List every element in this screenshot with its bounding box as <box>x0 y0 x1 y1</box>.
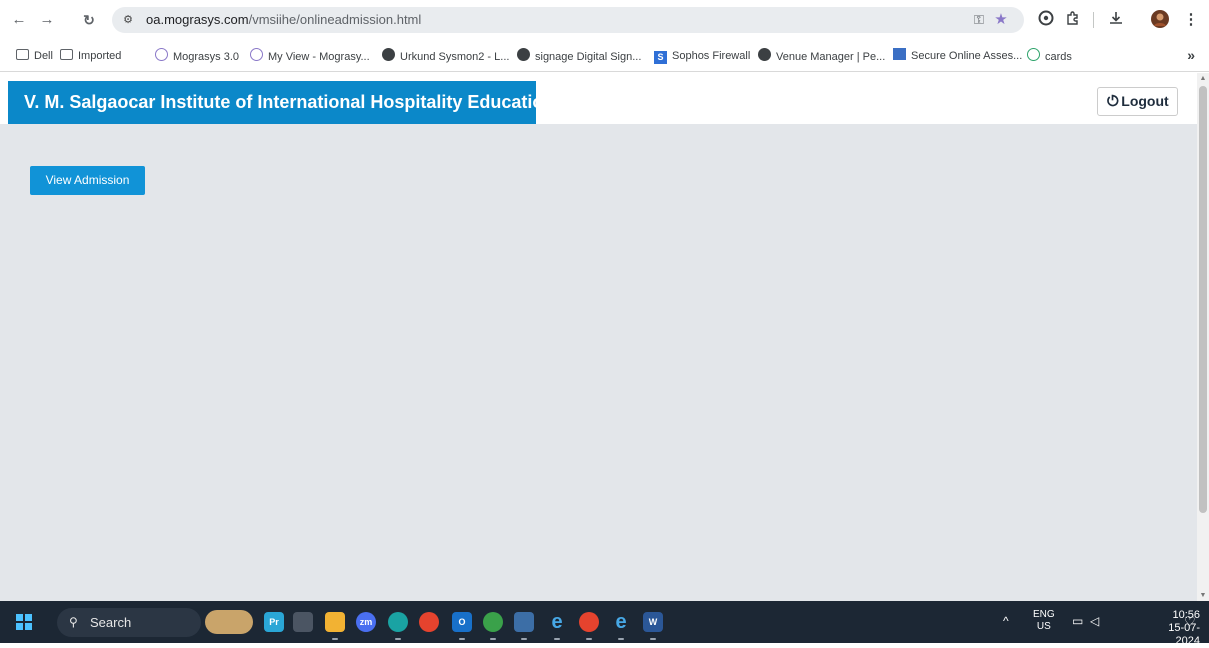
bookmark-mograsys[interactable]: Mograsys 3.0 <box>155 48 239 64</box>
chrome-active-icon[interactable] <box>579 612 599 640</box>
folder-icon <box>60 49 73 60</box>
mograsys-icon <box>155 48 168 61</box>
bookmark-star-icon[interactable]: ★ <box>992 11 1010 29</box>
bookmark-signage[interactable]: signage Digital Sign... <box>517 48 641 64</box>
extensions-puzzle-icon[interactable] <box>1063 10 1083 30</box>
chrome-icon[interactable] <box>419 612 439 632</box>
institute-title: V. M. Salgaocar Institute of Internation… <box>8 81 554 124</box>
internet-explorer-icon[interactable]: e <box>547 612 567 640</box>
premiere-pro-icon[interactable]: Pr <box>264 612 284 632</box>
language-indicator[interactable]: ENG US <box>1033 609 1055 633</box>
site-info-icon[interactable]: ⚙ <box>120 12 136 28</box>
zoom-icon[interactable]: zm <box>356 612 376 632</box>
reload-icon[interactable]: ↻ <box>79 10 99 30</box>
globe-icon <box>382 48 395 61</box>
network-icon[interactable]: ▭ <box>1072 614 1083 628</box>
password-key-icon[interactable]: ⚿ <box>970 11 988 29</box>
sync-app-icon[interactable] <box>483 612 503 640</box>
address-bar[interactable]: ⚙ oa.mograsys.com/vmsiihe/onlineadmissio… <box>112 7 1024 33</box>
bookmark-urkund[interactable]: Urkund Sysmon2 - L... <box>382 48 509 64</box>
profile-avatar[interactable] <box>1150 10 1170 30</box>
bookmark-my-view[interactable]: My View - Mograsy... <box>250 48 370 64</box>
globe-icon <box>758 48 771 61</box>
remote-desktop-icon[interactable] <box>514 612 534 640</box>
browser-toolbar: ← → ↻ ⚙ oa.mograsys.com/vmsiihe/onlinead… <box>0 0 1209 40</box>
downloads-icon[interactable] <box>1106 10 1126 30</box>
bookmark-secure-online[interactable]: Secure Online Asses... <box>893 48 1022 64</box>
bookmarks-overflow-icon[interactable]: » <box>1187 47 1195 63</box>
logout-button[interactable]: Logout <box>1097 87 1178 116</box>
volume-icon[interactable]: ◁ <box>1090 614 1099 628</box>
logout-label: Logout <box>1121 93 1169 109</box>
globe-icon <box>517 48 530 61</box>
back-icon[interactable]: ← <box>9 10 29 30</box>
outlook-icon[interactable]: O <box>452 612 472 640</box>
bookmarks-bar: Dell Imported Mograsys 3.0 My View - Mog… <box>0 40 1209 72</box>
app-header: V. M. Salgaocar Institute of Internation… <box>0 73 1197 124</box>
weather-widget-icon[interactable] <box>205 610 253 634</box>
word-icon[interactable]: W <box>643 612 663 640</box>
app-generic-icon[interactable] <box>293 612 313 632</box>
extension-g-icon[interactable] <box>1036 10 1056 30</box>
bookmark-venue-manager[interactable]: Venue Manager | Pe... <box>758 48 885 64</box>
bookmark-dell[interactable]: Dell <box>16 48 53 64</box>
bookmark-imported[interactable]: Imported <box>60 48 121 64</box>
scroll-thumb[interactable] <box>1199 86 1207 513</box>
mograsys-icon <box>250 48 263 61</box>
folder-icon <box>16 49 29 60</box>
cards-icon <box>1027 48 1040 61</box>
power-icon <box>1107 94 1119 107</box>
menu-kebab-icon[interactable]: ⋮ <box>1181 10 1201 30</box>
notification-bell-icon[interactable]: ♡ <box>1184 614 1196 630</box>
url-text[interactable]: oa.mograsys.com/vmsiihe/onlineadmission.… <box>146 7 421 33</box>
sophos-icon: S <box>654 51 667 64</box>
view-admission-button[interactable]: View Admission <box>30 166 145 195</box>
bookmark-cards[interactable]: cards <box>1027 48 1072 64</box>
bookmark-sophos[interactable]: S Sophos Firewall <box>654 48 750 64</box>
toolbar-divider <box>1093 12 1094 28</box>
edge-icon[interactable] <box>388 612 408 640</box>
windows-start-icon[interactable] <box>16 614 32 630</box>
file-explorer-icon[interactable] <box>325 612 345 640</box>
forward-icon[interactable]: → <box>37 10 57 30</box>
page-body: V. M. Salgaocar Institute of Internation… <box>0 73 1197 601</box>
internet-explorer-2-icon[interactable]: e <box>611 612 631 640</box>
scroll-up-arrow-icon[interactable]: ▲ <box>1199 75 1207 82</box>
scroll-down-arrow-icon[interactable]: ▼ <box>1199 592 1207 599</box>
taskbar: ⚲ Search Pr zm O e e W ^ ENG US ▭ ◁ 10:56… <box>0 601 1209 647</box>
page-scrollbar[interactable]: ▲ ▼ <box>1197 73 1209 601</box>
sheet-icon <box>893 48 906 60</box>
search-icon: ⚲ <box>69 615 78 629</box>
tray-overflow-icon[interactable]: ^ <box>1003 614 1009 628</box>
taskbar-search[interactable]: ⚲ Search <box>57 608 201 637</box>
